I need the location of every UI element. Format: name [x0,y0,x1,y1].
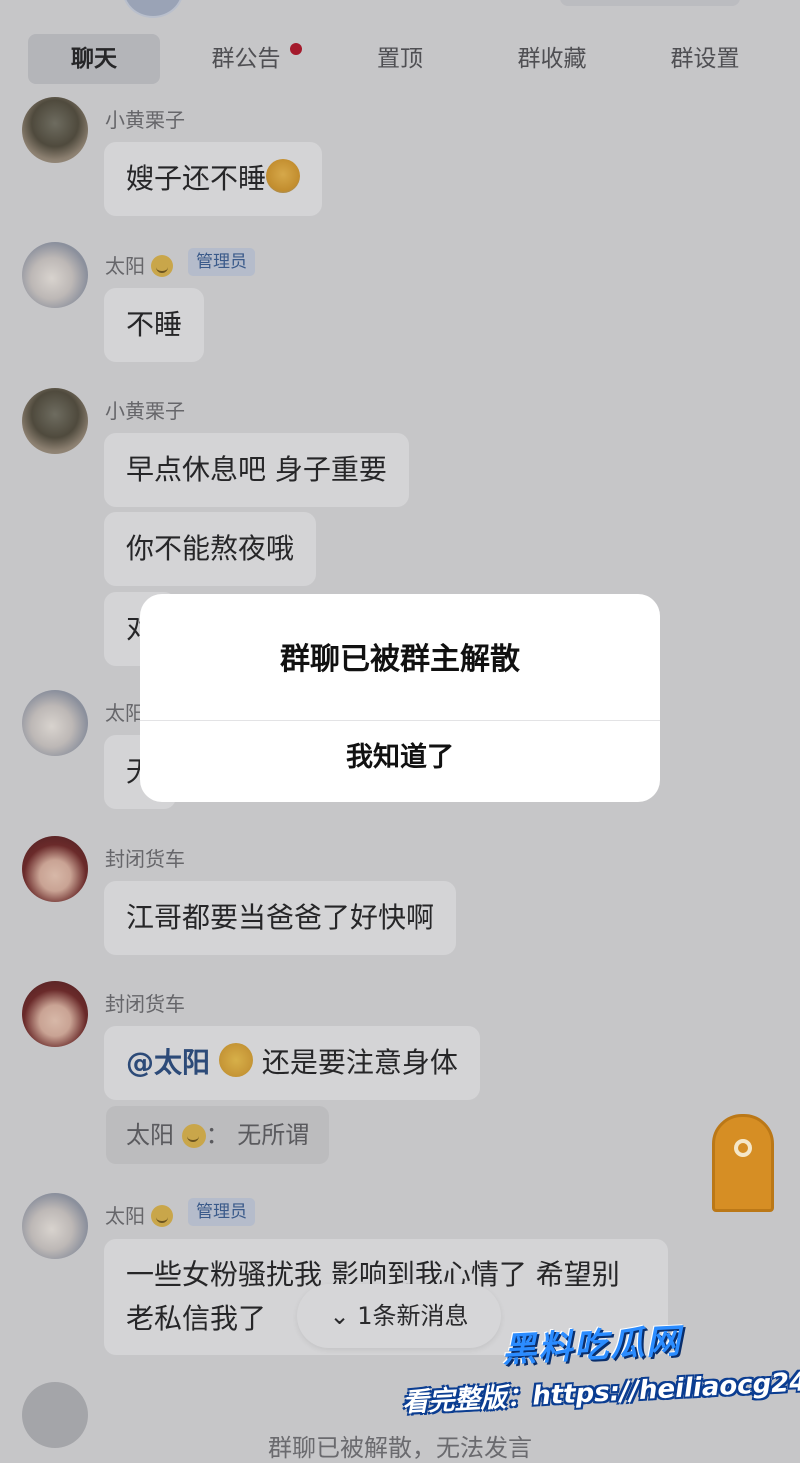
message-bubble[interactable]: 江哥都要当爸爸了好快啊 [104,881,457,955]
smiley-emoji-icon [181,1124,206,1148]
sender-name[interactable]: 小黄栗子 [105,395,185,424]
avatar[interactable] [22,836,88,902]
admin-badge: 管理员 [188,1198,255,1226]
message-bubble[interactable]: 你不能熬夜哦 [104,512,317,586]
message-text: 嫂子还不睡 [126,162,267,195]
sender-name[interactable]: 封闭货车 [105,988,185,1017]
top-avatar-partial [122,0,184,18]
mention-text[interactable]: @太阳 [126,1046,210,1079]
crying-laughing-emoji-icon [266,159,301,193]
door-icon[interactable] [712,1114,774,1212]
tab-pinned[interactable]: 置顶 [352,34,448,84]
dissolved-alert-dialog: 群聊已被群主解散 我知道了 [140,594,660,802]
tab-chat[interactable]: 聊天 [28,34,160,84]
avatar[interactable] [22,97,88,163]
unread-dot-icon [290,43,302,55]
avatar[interactable] [22,690,88,756]
quoted-reply[interactable]: 太阳 ： 无所谓 [106,1106,330,1164]
avatar[interactable] [22,388,88,454]
sender-name[interactable]: 封闭货车 [105,843,185,872]
admin-badge: 管理员 [188,248,255,276]
sender-name[interactable]: 太阳 [105,697,145,726]
tab-favorites[interactable]: 群收藏 [497,34,607,84]
message-text: 还是要注意身体 [261,1046,458,1079]
new-message-button[interactable]: ⌄ 1条新消息 [297,1284,501,1348]
message-bubble[interactable]: 嫂子还不睡 [104,142,323,216]
sun-emoji-icon [218,1043,253,1077]
smiley-emoji-icon [151,1205,174,1227]
chat-disabled-notice: 群聊已被解散，无法发言 [268,1434,532,1462]
acknowledge-button[interactable]: 我知道了 [140,721,660,802]
message-bubble[interactable]: 不睡 [104,288,205,362]
top-header-partial [560,0,740,6]
message-bubble[interactable]: @太阳 还是要注意身体 [104,1026,480,1100]
tab-announcements[interactable]: 群公告 [190,34,302,84]
avatar[interactable] [22,242,88,308]
avatar[interactable] [22,1193,88,1259]
message-bubble[interactable]: 早点休息吧 身子重要 [104,433,409,507]
dialog-title: 群聊已被群主解散 [280,642,520,677]
sender-name[interactable]: 太阳 [105,250,174,279]
sender-name[interactable]: 小黄栗子 [105,104,185,133]
watermark-url: 看完整版：https://heiliaocg24.com [401,1363,800,1419]
watermark-title: 黑料吃瓜网 [501,1321,684,1371]
group-tab-bar: 聊天 群公告 置顶 群收藏 群设置 [0,34,800,88]
tab-settings[interactable]: 群设置 [650,34,760,84]
sender-name[interactable]: 太阳 [105,1200,174,1229]
avatar[interactable] [22,981,88,1047]
smiley-emoji-icon [151,255,174,277]
